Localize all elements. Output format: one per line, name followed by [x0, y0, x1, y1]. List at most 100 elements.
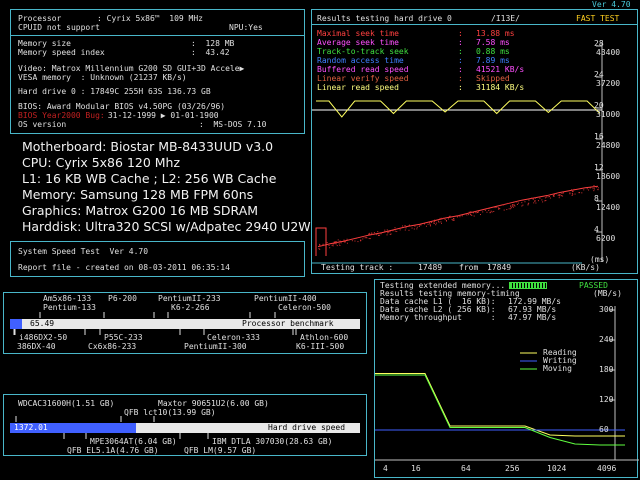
hdd-access-point — [571, 189, 572, 190]
os-value: : MS-DOS 7.10 — [199, 121, 266, 129]
mem-y-label: 120 — [599, 396, 613, 404]
hdd-access-point — [362, 238, 363, 239]
hdd-bench-top-label: QFB lct10(13.99 GB) — [124, 409, 216, 417]
hdd-access-point — [396, 231, 397, 232]
hdd-access-point — [534, 201, 535, 202]
hdd-access-point — [356, 238, 357, 239]
cpu-bench-bottom-label: PentiumII-300 — [184, 343, 247, 351]
report-line: Report file - created on 08-03-2011 06:3… — [18, 264, 230, 272]
hdd-access-point — [538, 200, 539, 201]
hdd-access-point — [347, 239, 348, 240]
hdd-access-point — [550, 198, 551, 199]
hdd-access-point — [489, 208, 490, 209]
hdd-access-point — [498, 207, 499, 208]
hdd-access-point — [448, 218, 449, 219]
hdd-access-point — [504, 210, 505, 211]
hdd-access-point — [381, 233, 382, 234]
hdd-row-colon: : — [458, 39, 463, 47]
os-label: OS version — [18, 121, 66, 129]
hdd-access-point — [559, 194, 560, 195]
hdd-access-point — [561, 195, 562, 196]
hdd-row-label: Buffered read speed — [317, 66, 409, 74]
hdd-access-point — [510, 205, 511, 206]
track-from: from — [459, 264, 478, 272]
hdd-access-point — [419, 224, 420, 225]
cpu-bench-top-label: PentiumII-233 — [158, 295, 221, 303]
hdd-row-colon: : — [458, 48, 463, 56]
hdd-access-point — [337, 245, 338, 246]
mem-x-label: 16 — [411, 465, 421, 473]
hdd-access-point — [488, 210, 489, 211]
hdd-row-colon: : — [458, 84, 463, 92]
hdd-access-point — [443, 218, 444, 219]
hdd-y-right-label: 37200 — [596, 80, 620, 88]
hdd-access-point — [369, 238, 370, 239]
mem-y-label: 300 — [599, 306, 613, 314]
hdd-access-point — [405, 226, 406, 227]
cpu-bench-top-label: P6-200 — [108, 295, 137, 303]
hdd-access-point — [507, 203, 508, 204]
hdd-access-point — [368, 234, 369, 235]
hdd-access-point — [429, 223, 430, 224]
hdd-access-point — [334, 243, 335, 244]
hdd-access-point — [453, 218, 454, 219]
hdd-bench-bottom-label: IBM DTLA 307030(28.63 GB) — [212, 438, 332, 446]
hdd-access-point — [339, 243, 340, 244]
hdd-row-colon: : — [458, 30, 463, 38]
hdd-access-point — [514, 206, 515, 207]
hdd-access-point — [387, 234, 388, 235]
hdd-access-point — [513, 202, 514, 203]
hdd-access-point — [402, 225, 403, 226]
hdd-row-value: 7.58 ms — [476, 39, 510, 47]
hdd-access-point — [558, 195, 559, 196]
hdd-access-point — [546, 197, 547, 198]
hdd-access-point — [476, 212, 477, 213]
hdd-access-point — [521, 202, 522, 203]
hdd-access-point — [377, 231, 378, 232]
hdd-read-series — [316, 101, 600, 117]
hdd-row-colon: : — [458, 57, 463, 65]
cpu-bench-top-label: Am5x86-133 — [43, 295, 91, 303]
hdd-access-point — [347, 243, 348, 244]
hddtest-panel: Results testing hard drive 0 /I13E/ FAST… — [311, 9, 638, 274]
hdd-access-point — [429, 222, 430, 223]
hdd-bench-score: 1372.01 — [14, 424, 48, 432]
hdd-access-point — [462, 215, 463, 216]
hdd-access-point — [434, 221, 435, 222]
hdd-bench-bottom-label: QFB LM(9.57 GB) — [184, 447, 256, 455]
hdd-access-point — [553, 195, 554, 196]
hdd-y-left-label: 4 — [594, 226, 599, 234]
hdd-access-point — [379, 235, 380, 236]
hdd-access-point — [528, 203, 529, 204]
hdd-y-right-label: 43400 — [596, 49, 620, 57]
hdd-bench-bottom-label: QFB EL5.1A(4.76 GB) — [67, 447, 159, 455]
hdd-access-point — [352, 240, 353, 241]
hdd-access-point — [431, 222, 432, 223]
hdd-y-left-label: 28 — [594, 40, 604, 48]
hdd-access-point — [405, 227, 406, 228]
hdd-bench-top-label: WDCAC31600H(1.51 GB) — [18, 400, 114, 408]
hdd-y-left-label: 8 — [594, 195, 599, 203]
hdd-access-point — [389, 231, 390, 232]
hdd-access-point — [581, 192, 582, 193]
hdd-access-point — [365, 237, 366, 238]
hdd-access-point — [334, 242, 335, 243]
hdd-bench-bottom-label: MPE3064AT(6.04 GB) — [90, 438, 177, 446]
hdd-access-point — [372, 234, 373, 235]
mem-x-label: 4 — [383, 465, 388, 473]
hdd-access-point — [556, 193, 557, 194]
cpu-bench-panel: Am5x86-133 P6-200 PentiumII-233 PentiumII-4… — [3, 292, 367, 354]
hdd-access-point — [332, 245, 333, 246]
hdd-row-label: Linear verify speed — [317, 75, 409, 83]
hdd-bench-title: Hard drive speed — [268, 424, 345, 432]
hdd-access-point — [574, 189, 575, 190]
hdd-access-point — [370, 238, 371, 239]
cpu-bench-fill — [10, 319, 22, 329]
hdd-access-point — [400, 229, 401, 230]
hdd-access-point — [319, 245, 320, 246]
hdd-access-point — [569, 193, 570, 194]
cpu-bench-title: Processor benchmark — [242, 320, 334, 328]
hdd-access-point — [597, 189, 598, 190]
hdd-access-point — [319, 249, 320, 250]
hdd-access-series — [318, 186, 598, 246]
